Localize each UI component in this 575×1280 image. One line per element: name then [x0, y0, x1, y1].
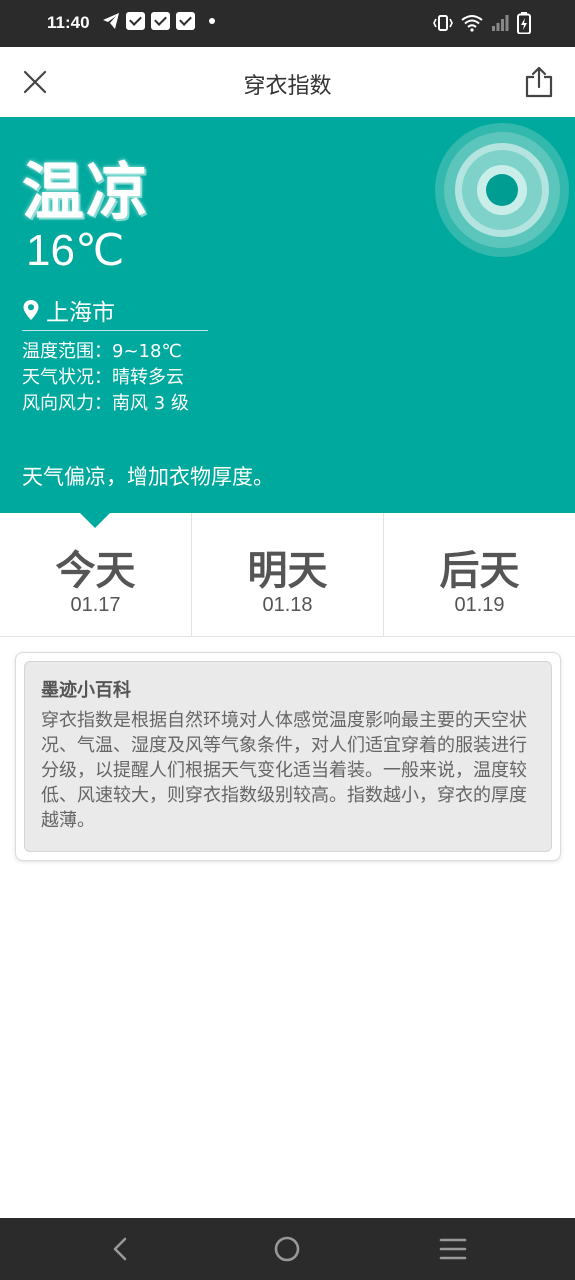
day-date: 01.19 — [454, 594, 505, 616]
vibrate-icon — [433, 15, 453, 31]
card-title: 墨迹小百科 — [41, 680, 131, 701]
dot-icon — [209, 18, 215, 24]
encyclopedia-card-body: 墨迹小百科 穿衣指数是根据自然环境对人体感觉温度影响最主要的天空状况、气温、湿度… — [24, 661, 552, 852]
day-date: 01.18 — [262, 594, 313, 616]
battery-icon — [517, 12, 531, 34]
divider — [22, 330, 208, 331]
mail-icon — [151, 12, 170, 30]
dressing-level: 温凉 — [22, 155, 151, 228]
telegram-icon — [103, 13, 119, 29]
status-time: 11:40 — [47, 13, 90, 32]
dressing-index-hero: 温凉 16℃ 上海市 温度范围：9~18℃ 天气状况：晴转多云 风向风力：南风 … — [0, 117, 575, 513]
weather-details: 温度范围：9~18℃ 天气状况：晴转多云 风向风力：南风 3 级 — [22, 339, 189, 417]
day-tabs: 今天 01.17 明天 01.18 后天 01.19 — [0, 513, 575, 637]
mail-icon — [176, 12, 195, 30]
menu-icon[interactable] — [436, 1232, 470, 1266]
mail-icon — [126, 12, 145, 30]
tab-today[interactable]: 今天 01.17 — [0, 513, 192, 636]
location-label: 上海市 — [46, 300, 115, 326]
tab-tomorrow[interactable]: 明天 01.18 — [192, 513, 384, 636]
top-bar: 穿衣指数 — [0, 47, 575, 117]
card-text: 穿衣指数是根据自然环境对人体感觉温度影响最主要的天空状况、气温、湿度及风等气象条… — [41, 710, 527, 831]
temperature-range: 温度范围：9~18℃ — [22, 341, 182, 362]
encyclopedia-card: 墨迹小百科 穿衣指数是根据自然环境对人体感觉温度影响最主要的天空状况、气温、湿度… — [15, 652, 561, 861]
navigation-bar — [0, 1218, 575, 1280]
share-icon[interactable] — [523, 65, 555, 99]
notification-icons — [102, 12, 215, 30]
index-gauge-icon — [435, 123, 569, 257]
tab-day-after-tomorrow[interactable]: 后天 01.19 — [384, 513, 575, 636]
day-name: 后天 — [439, 548, 520, 594]
day-name: 明天 — [247, 548, 328, 594]
current-temperature: 16℃ — [26, 226, 125, 275]
dressing-tip: 天气偏凉，增加衣物厚度。 — [22, 465, 274, 489]
wind-info: 风向风力：南风 3 级 — [22, 393, 189, 414]
home-icon[interactable] — [270, 1232, 304, 1266]
location: 上海市 — [22, 293, 115, 327]
day-date: 01.17 — [70, 594, 121, 616]
system-icons — [433, 12, 531, 34]
weather-condition: 天气状况：晴转多云 — [22, 367, 184, 388]
back-icon[interactable] — [104, 1232, 138, 1266]
wifi-icon — [461, 15, 483, 32]
selected-tab-indicator — [80, 513, 110, 528]
status-bar: 11:40 — [0, 0, 575, 47]
location-pin-icon — [23, 300, 39, 320]
signal-icon — [492, 15, 509, 31]
day-name: 今天 — [55, 548, 136, 594]
page-title: 穿衣指数 — [243, 74, 332, 99]
